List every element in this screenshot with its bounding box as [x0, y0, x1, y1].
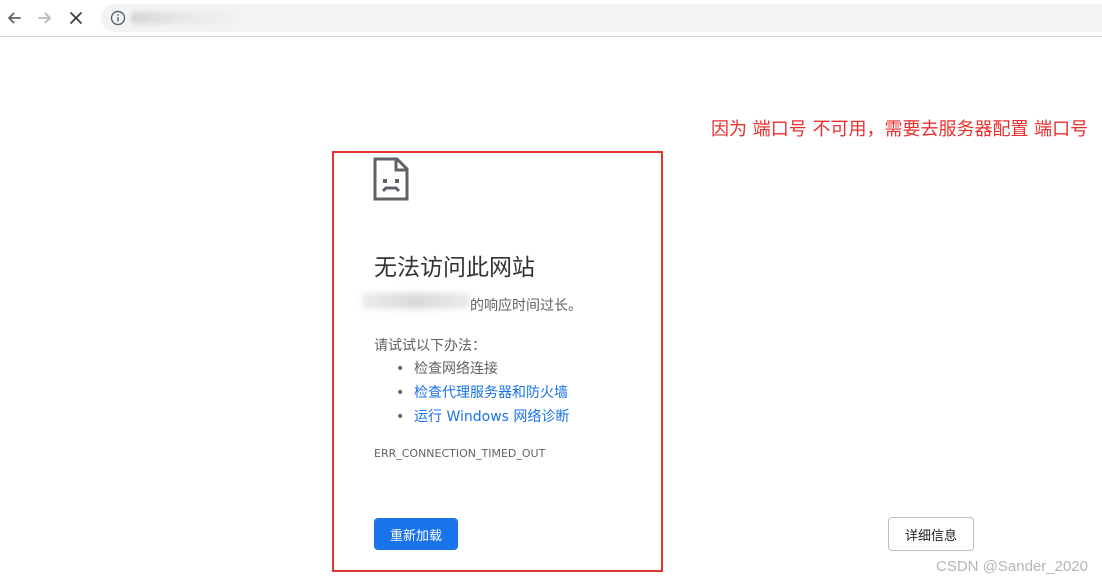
reload-button[interactable]: 重新加载	[374, 518, 458, 550]
browser-toolbar	[0, 0, 1102, 37]
error-description: 的响应时间过长。	[470, 298, 582, 314]
site-name-redacted	[362, 293, 470, 309]
bullet: •	[396, 361, 405, 377]
suggestion-run-network-diagnostics[interactable]: • 运行 Windows 网络诊断	[374, 405, 569, 429]
arrow-right-icon	[38, 12, 51, 24]
annotation-note: 因为 端口号 不可用，需要去服务器配置 端口号	[711, 119, 1089, 140]
suggestion-label: 检查网络连接	[414, 361, 498, 377]
url-redacted[interactable]	[131, 12, 231, 24]
suggestions-heading: 请试试以下办法：	[374, 338, 486, 354]
suggestion-label[interactable]: 检查代理服务器和防火墙	[414, 385, 568, 401]
stop-loading-button[interactable]	[64, 6, 88, 30]
close-icon	[70, 12, 82, 24]
address-bar[interactable]	[101, 4, 1102, 32]
forward-button[interactable]	[33, 6, 57, 30]
bullet: •	[396, 409, 405, 425]
back-button[interactable]	[2, 6, 26, 30]
suggestions-list: • 检查网络连接 • 检查代理服务器和防火墙 • 运行 Windows 网络诊断	[374, 357, 569, 429]
bullet: •	[396, 385, 405, 401]
error-title: 无法访问此网站	[374, 255, 535, 281]
sad-page-icon	[373, 157, 409, 201]
info-icon[interactable]	[110, 10, 126, 26]
details-button[interactable]: 详细信息	[888, 517, 974, 551]
watermark: CSDN @Sander_2020	[936, 558, 1088, 575]
suggestion-check-network: • 检查网络连接	[374, 357, 569, 381]
arrow-left-icon	[8, 12, 21, 24]
suggestion-label[interactable]: 运行 Windows 网络诊断	[414, 409, 569, 425]
suggestion-check-proxy-firewall[interactable]: • 检查代理服务器和防火墙	[374, 381, 569, 405]
error-code: ERR_CONNECTION_TIMED_OUT	[374, 447, 546, 460]
